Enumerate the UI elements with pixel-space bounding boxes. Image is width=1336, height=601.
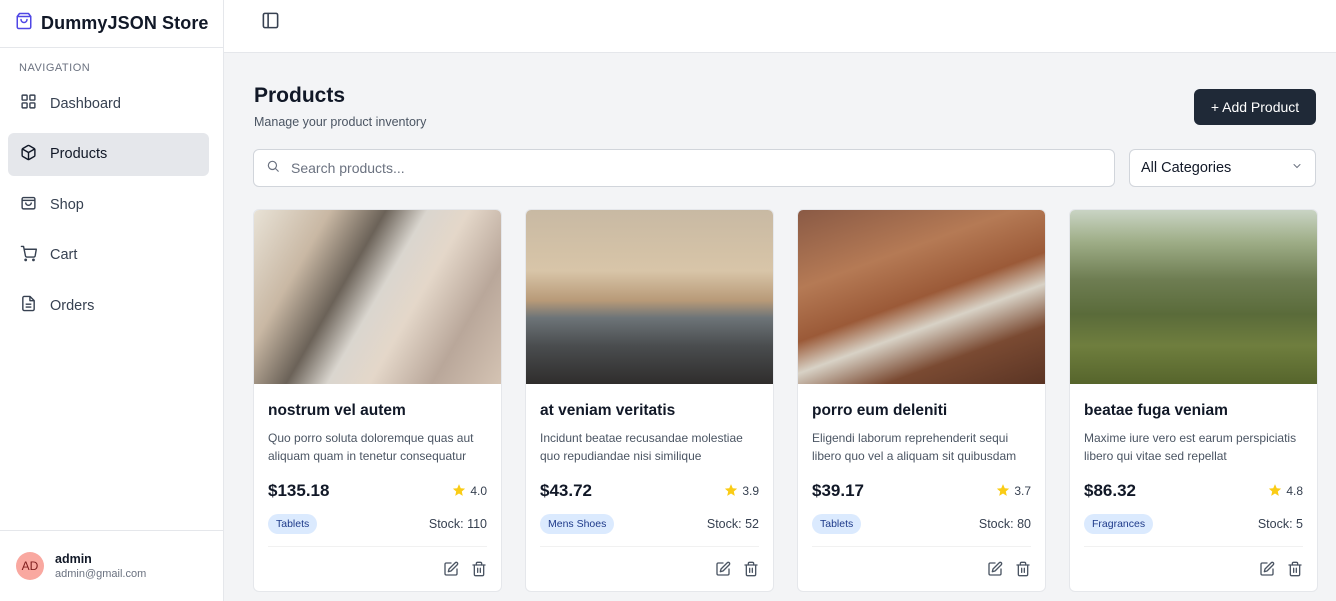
product-price: $39.17 [812,481,864,500]
edit-icon[interactable] [987,561,1003,577]
product-rating: 4.8 [1268,483,1303,500]
product-rating: 3.9 [724,483,759,500]
product-card[interactable]: at veniam veritatis Incidunt beatae recu… [525,209,774,592]
product-description: Quo porro soluta doloremque quas aut ali… [268,431,474,463]
sidebar-item-cart[interactable]: Cart [8,234,209,277]
shopping-bag-icon [20,194,37,215]
product-card[interactable]: beatae fuga veniam Maxime iure vero est … [1069,209,1318,592]
product-image [254,210,501,384]
topbar [224,0,1336,53]
product-stock: Stock: 5 [1257,517,1303,531]
delete-icon[interactable] [1287,561,1303,577]
star-icon [724,483,738,500]
sidebar-item-products[interactable]: Products [8,132,209,176]
page-title: Products [254,84,346,107]
shopping-bag-icon [15,12,33,35]
edit-icon[interactable] [443,561,459,577]
main-content: Products Manage your product inventory +… [224,53,1336,601]
sidebar-item-label: Shop [50,196,84,213]
delete-icon[interactable] [471,561,487,577]
product-name: at veniam veritatis [540,402,676,419]
rating-value: 4.0 [470,484,487,498]
search-input[interactable] [291,160,1091,176]
grid-icon [20,93,37,114]
sidebar-toggle-button[interactable] [259,12,281,34]
user-profile[interactable]: AD admin admin@gmail.com [0,530,223,601]
product-price: $43.72 [540,481,592,500]
sidebar-item-label: Dashboard [50,95,121,112]
cart-icon [20,245,38,266]
brand[interactable]: DummyJSON Store [0,0,223,48]
product-description: Maxime iure vero est earum perspiciatis … [1084,431,1297,463]
product-image [1070,210,1317,384]
sidebar-item-dashboard[interactable]: Dashboard [8,82,209,125]
avatar: AD [16,552,44,580]
chevron-down-icon [1291,160,1303,176]
star-icon [1268,483,1282,500]
file-icon [20,295,37,316]
search-icon [266,159,280,178]
product-image [526,210,773,384]
product-card[interactable]: nostrum vel autem Quo porro soluta dolor… [253,209,502,592]
edit-icon[interactable] [1259,561,1275,577]
product-price: $86.32 [1084,481,1136,500]
product-name: beatae fuga veniam [1084,402,1228,419]
edit-icon[interactable] [715,561,731,577]
page-subtitle: Manage your product inventory [254,115,427,129]
sidebar-item-label: Orders [50,297,95,314]
nav-heading: NAVIGATION [19,62,91,74]
add-product-button[interactable]: + Add Product [1194,89,1316,125]
delete-icon[interactable] [1015,561,1031,577]
user-email: admin@gmail.com [55,568,147,580]
sidebar: DummyJSON Store NAVIGATION Dashboard Pro… [0,0,224,601]
sidebar-item-orders[interactable]: Orders [8,284,209,327]
product-card[interactable]: porro eum deleniti Eligendi laborum repr… [797,209,1046,592]
sidebar-nav: Dashboard Products Shop Cart Orders [0,82,223,327]
user-name: admin [55,552,92,566]
category-badge: Fragrances [1084,514,1154,534]
product-stock: Stock: 52 [706,517,759,531]
product-grid: nostrum vel autem Quo porro soluta dolor… [253,209,1318,592]
search-box [253,149,1115,187]
category-badge: Tablets [812,514,862,534]
delete-icon[interactable] [743,561,759,577]
category-select[interactable]: All Categories [1129,149,1316,187]
rating-value: 4.8 [1286,484,1303,498]
star-icon [452,483,466,500]
box-icon [20,144,37,165]
product-price: $135.18 [268,481,330,500]
product-name: nostrum vel autem [268,402,406,419]
product-description: Incidunt beatae recusandae molestiae quo… [540,431,743,463]
sidebar-item-label: Cart [50,247,78,263]
sidebar-item-label: Products [50,146,108,162]
brand-title: DummyJSON Store [41,13,209,33]
product-name: porro eum deleniti [812,402,948,419]
sidebar-item-shop[interactable]: Shop [8,183,209,226]
product-rating: 3.7 [996,483,1031,500]
star-icon [996,483,1010,500]
category-select-value: All Categories [1141,160,1232,176]
product-stock: Stock: 80 [978,517,1031,531]
rating-value: 3.7 [1014,484,1031,498]
rating-value: 3.9 [742,484,759,498]
category-badge: Tablets [268,514,318,534]
panel-left-icon [261,11,280,35]
product-stock: Stock: 110 [428,517,487,531]
product-description: Eligendi laborum reprehenderit sequi lib… [812,431,1017,463]
product-rating: 4.0 [452,483,487,500]
category-badge: Mens Shoes [540,514,615,534]
product-image [798,210,1045,384]
